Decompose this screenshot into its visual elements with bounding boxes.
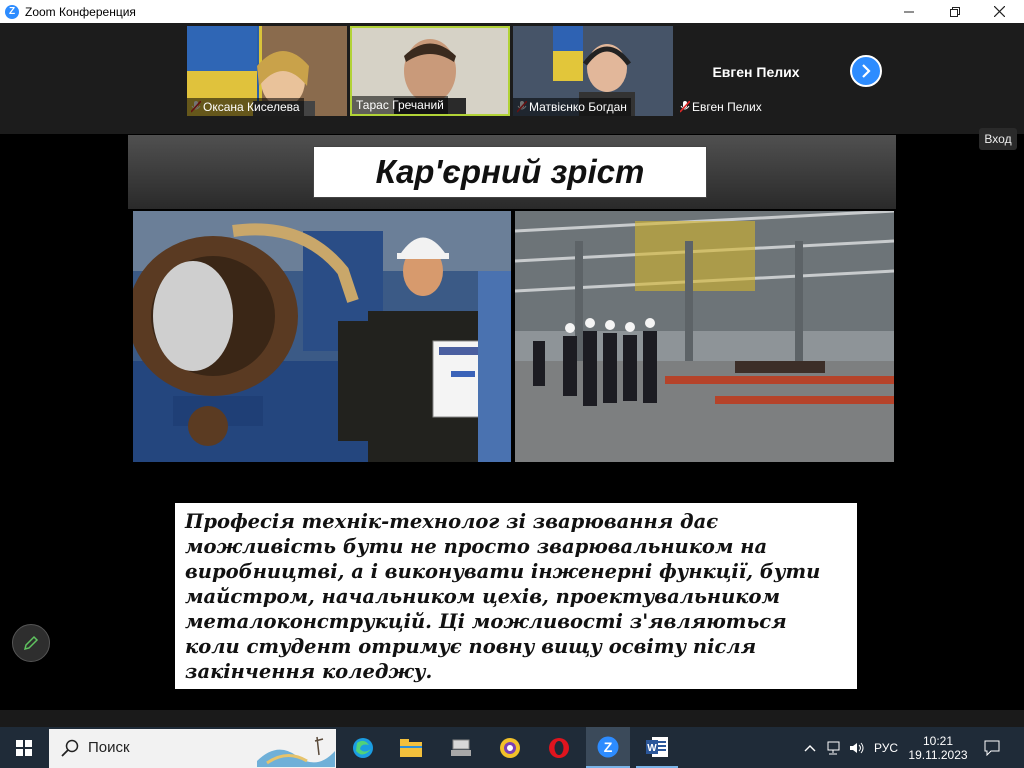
slide-title: Кар'єрний зріст [313,146,707,198]
speaker-icon [850,742,864,753]
search-highlight-image [257,736,335,767]
zoom-logo-icon: Z [5,4,19,19]
taskbar-edge[interactable] [342,727,384,768]
notification-icon [984,740,1000,756]
participant-tile-active-speaker[interactable]: Тарас Гречаний [350,26,510,116]
restore-button[interactable] [932,0,978,23]
network-tool-icon [451,739,471,756]
start-button[interactable] [0,727,48,768]
close-icon [993,6,1005,17]
annotate-button[interactable] [12,624,50,662]
taskbar-network-tool[interactable] [440,727,482,768]
participant-tile[interactable]: Оксана Киселева [187,26,347,116]
next-participants-button[interactable] [850,55,882,87]
search-placeholder: Поиск [88,739,130,756]
window-title: Zoom Конференция [25,4,136,19]
edge-icon [353,737,373,758]
presentation-slide: Кар'єрний зріст Професія технік-технолог… [128,135,896,710]
tray-overflow-button[interactable] [800,727,820,768]
close-button[interactable] [976,0,1022,23]
windows-logo-icon [16,739,32,756]
clock[interactable]: 10:21 19.11.2023 [904,727,972,768]
svg-text:Z: Z [604,739,613,755]
zoom-icon: Z [597,736,619,757]
participant-name: Евген Пелих [692,100,762,114]
svg-text:W: W [647,743,657,754]
factory-photo-image [515,211,894,462]
pencil-icon [23,635,39,651]
minimize-icon [904,11,914,12]
participant-display-name: Евген Пелих [712,64,800,80]
taskbar-yandex-browser[interactable] [489,727,531,768]
chevron-up-icon [804,744,816,751]
file-explorer-icon [400,738,422,757]
word-icon: W [646,736,668,757]
worker-photo-image [133,211,511,462]
notifications-button[interactable] [976,727,1008,768]
restore-icon [950,6,960,17]
taskbar-search-box[interactable]: Поиск [49,729,336,768]
opera-icon [549,737,569,758]
volume-tray-button[interactable] [846,727,868,768]
participant-strip: Оксана Киселева Тарас Гречаний Матвієнко… [0,23,1024,134]
chevron-right-icon [862,64,871,78]
yandex-browser-icon [500,737,520,758]
search-icon [61,739,79,757]
network-icon [827,741,840,754]
worker-photo [133,211,511,462]
title-bar: Z Zoom Конференция [0,0,1024,23]
network-tray-button[interactable] [822,727,844,768]
taskbar-opera[interactable] [538,727,580,768]
participant-tile-video-off[interactable]: Евген Пелих Евген Пелих [676,26,836,116]
slide-body-text: Професія технік-технолог зі зварювання д… [185,510,821,683]
clock-time: 10:21 [922,733,954,748]
taskbar-word[interactable]: W [636,727,678,768]
slide-body-textbox: Професія технік-технолог зі зварювання д… [175,503,857,689]
language-indicator[interactable]: РУС [871,727,901,768]
participant-name: Оксана Киселева [187,98,304,116]
taskbar-zoom-active[interactable]: Z [586,727,630,768]
participant-tile[interactable]: Матвієнко Богдан [513,26,673,116]
factory-photo [515,211,894,462]
participant-name: Тарас Гречаний [352,96,448,114]
participant-name: Матвієнко Богдан [513,98,631,116]
clock-date: 19.11.2023 [908,747,968,762]
taskbar-file-explorer[interactable] [390,727,432,768]
minimize-button[interactable] [886,0,932,23]
exit-button[interactable]: Вход [979,128,1017,150]
